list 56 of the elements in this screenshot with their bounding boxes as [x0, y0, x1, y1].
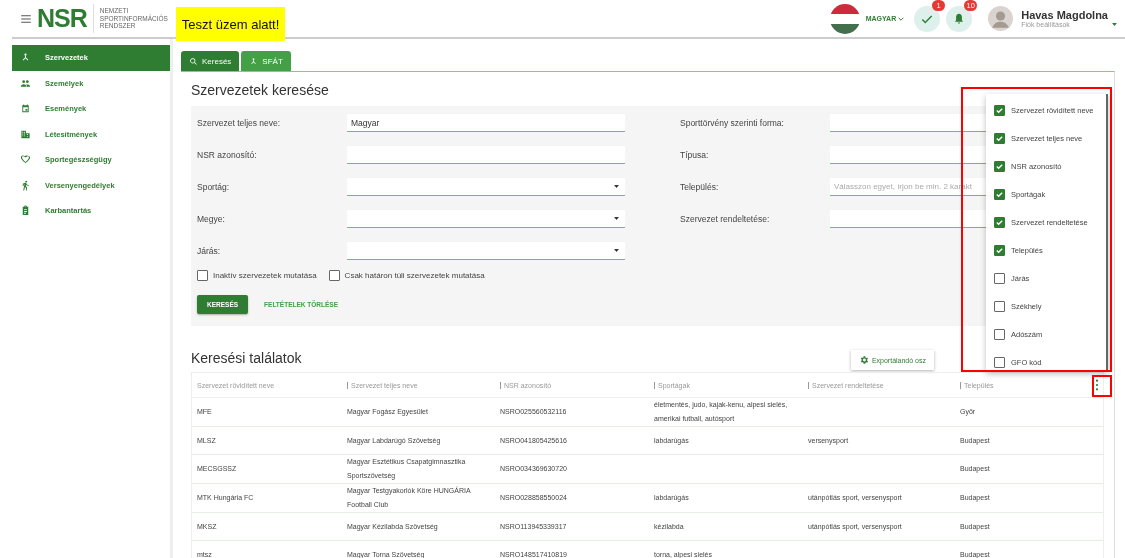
- tasks-button[interactable]: [914, 5, 941, 32]
- menu-icon[interactable]: [21, 14, 31, 23]
- tab[interactable]: SFÁT: [241, 51, 291, 71]
- building-icon: [20, 128, 31, 140]
- caret-icon[interactable]: [1112, 23, 1117, 26]
- avatar-icon[interactable]: [988, 6, 1014, 31]
- search-icon: [189, 56, 198, 66]
- field-label: Település:: [680, 182, 720, 192]
- dropdown-arrow-icon: [614, 249, 619, 252]
- checkbox-label: Csak határon túli szervezetek mutatása: [344, 271, 485, 280]
- checkbox[interactable]: [994, 160, 1005, 172]
- notifications-button[interactable]: [946, 5, 973, 32]
- field-label: Járás:: [197, 246, 222, 256]
- dropdown-field[interactable]: [347, 178, 625, 196]
- input-field[interactable]: [347, 146, 625, 164]
- dropdown-field[interactable]: [347, 210, 625, 228]
- field-label: Megye:: [197, 214, 226, 224]
- flag-icon: [829, 3, 860, 34]
- field-label: Szervezet rendeltetése:: [680, 214, 771, 224]
- checkbox[interactable]: [197, 270, 208, 281]
- logo-mark: NSR: [37, 4, 94, 33]
- heart-icon: [20, 154, 31, 166]
- input-field[interactable]: Magyar: [347, 114, 625, 132]
- checkbox[interactable]: [994, 300, 1005, 312]
- dropdown-arrow-icon: [614, 185, 619, 188]
- checkbox[interactable]: [994, 272, 1005, 284]
- field-label: Típusa:: [680, 150, 710, 160]
- gear-icon: [858, 355, 869, 365]
- field-label: Sportág:: [197, 182, 231, 192]
- checkbox-label: Inaktív szervezetek mutatása: [213, 271, 317, 280]
- runner-icon: [20, 179, 31, 191]
- highlight-frame: [1092, 375, 1112, 397]
- checkbox[interactable]: [994, 216, 1005, 228]
- hierarchy-icon: [249, 56, 259, 66]
- section-title: Szervezetek keresése: [191, 82, 330, 98]
- checkbox[interactable]: [994, 188, 1005, 200]
- field-label: Sporttörvény szerinti forma:: [680, 118, 785, 128]
- checkbox[interactable]: [994, 244, 1005, 256]
- chevron-down-icon: [898, 16, 905, 21]
- field-label: NSR azonosító:: [197, 150, 258, 160]
- checkbox[interactable]: [994, 356, 1005, 368]
- more-options-icon[interactable]: [1095, 379, 1099, 391]
- dropdown-arrow-icon: [614, 217, 619, 220]
- checkbox[interactable]: [994, 328, 1005, 340]
- calendar-icon: [20, 103, 31, 115]
- clipboard-icon: [20, 205, 31, 217]
- user-name[interactable]: Havas Magdolna: [1021, 9, 1108, 21]
- dropdown-field[interactable]: [347, 242, 625, 260]
- checkbox[interactable]: [994, 132, 1005, 144]
- people-icon: [20, 77, 31, 89]
- section-title: Keresési találatok: [191, 350, 302, 366]
- tab[interactable]: Keresés: [181, 51, 240, 71]
- test-banner: Teszt üzem alatt!: [175, 7, 286, 41]
- checkbox[interactable]: [994, 104, 1005, 116]
- checkbox[interactable]: [328, 270, 340, 281]
- field-label: Szervezet teljes neve:: [197, 118, 282, 128]
